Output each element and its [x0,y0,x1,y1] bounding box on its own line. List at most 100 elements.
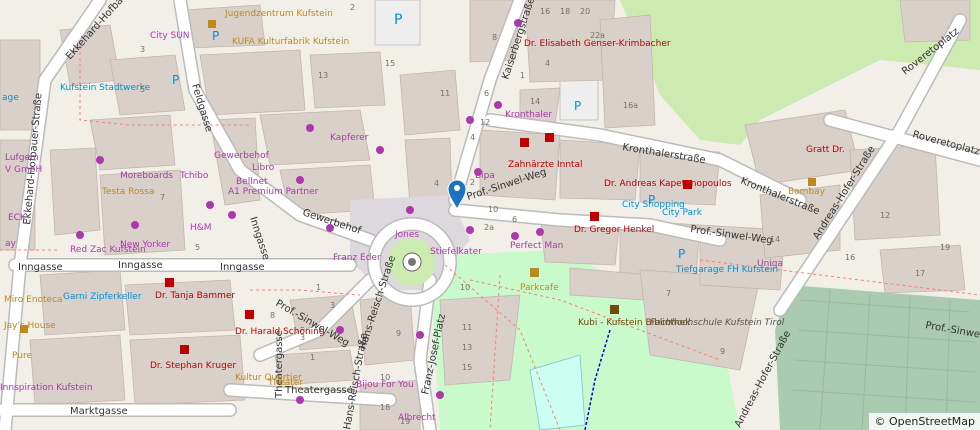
poi-label: Jay's House [3,321,56,331]
poi-label: ECK [8,213,27,223]
poi-label: age [2,93,19,103]
poi-label: Bombay [788,187,826,197]
house-number-label: 11 [440,89,450,98]
restaurant-icon [808,178,816,186]
house-number-label: 16 [845,253,855,262]
house-number-label: 8 [492,33,497,42]
poi-label: Kronthaler [505,110,552,120]
poi-label: Pure [12,351,32,361]
poi-label: Innspiration Kufstein [0,383,93,393]
poi-label: Parkcafe [520,283,559,293]
street-label: Theatergasse [274,330,285,399]
house-number-label: 6 [512,215,517,224]
map-svg: Kaiserbergstraße Kronthalerstraße Kronth… [0,0,980,430]
poi-label: Dr. Harald Schöning [235,327,325,337]
poi-label: City Park [662,208,703,218]
house-number-label: 14 [530,97,540,106]
poi-label: Gewerbehof [214,151,270,161]
library-icon [610,305,619,314]
house-number-label: 2a [484,223,494,232]
house-number-label: 3 [330,301,335,310]
poi-label: Dr. Elisabeth Genser-Krimbacher [524,39,671,49]
house-number-label: P [574,99,581,113]
poi-label: Jugendzentrum Kufstein [224,9,333,19]
house-number-label: 3 [300,333,305,342]
house-number-label: 9 [396,329,401,338]
poi-label: Kapferer [330,133,369,143]
pharmacy-icon [180,345,189,354]
house-number-label: P [678,247,685,261]
house-number-label: P [394,12,402,28]
house-number-label: 1 [520,71,525,80]
pharmacy-icon [545,133,554,142]
house-number-label: 7 [160,193,165,202]
poi-label: Bipa [475,171,495,181]
house-number-label: 3 [140,45,145,54]
amenity-icon [208,20,216,28]
house-number-label: 1 [316,283,321,292]
poi-label: Theater [267,378,303,388]
poi-label: Miro Enoteca [4,295,63,305]
poi-label: Libro [252,163,275,173]
house-number-label: 18 [560,7,570,16]
cafe-icon [530,268,539,277]
house-number-label: 9 [720,347,725,356]
house-number-label: 8 [270,311,275,320]
poi-label: Lufgem [5,153,39,163]
poi-label: A1 Premium Partner [228,187,319,197]
house-number-label: 6 [484,89,489,98]
poi-label: Dr. Andreas Kapetanopoulos [604,179,732,189]
house-number-label: 10 [380,373,390,382]
house-number-label: 13 [462,343,472,352]
house-number-label: 15 [385,59,395,68]
house-number-label: 12 [480,118,490,127]
poi-label: Bellnet [236,177,268,187]
house-number-label: 17 [915,269,925,278]
house-number-label: 14 [770,235,780,244]
poi-label: Tiefgarage FH Kufstein [675,265,778,275]
poi-label: Kufstein Stadtwerke [60,83,151,93]
house-number-label: 7 [666,289,671,298]
poi-label: Jones [394,230,419,240]
poi-label: Red Zac Kufstein [70,245,146,255]
poi-label: City SUN [150,31,190,41]
poi-label: Tchibo [179,171,209,181]
house-number-label: 2 [350,3,355,12]
street-label: Inngasse [220,262,265,273]
poi-label: Fachhochschule Kufstein Tirol [650,318,785,328]
house-number-label: 4 [434,179,439,188]
street-label: Inngasse [118,260,163,271]
poi-label: Moreboards [120,171,173,181]
poi-label: Dr. Stephan Kruger [150,361,236,371]
poi-label: Perfect Man [510,241,563,251]
pharmacy-icon [590,212,599,221]
house-number-label: 20 [580,7,590,16]
pharmacy-icon [245,310,254,319]
house-number-label: 11 [462,323,472,332]
attribution-label[interactable]: © OpenStreetMap [869,413,980,430]
house-number-label: 16a [623,101,638,110]
house-number-label: 19 [400,417,410,426]
poi-label: KUFA Kulturfabrik Kufstein [232,37,349,47]
house-number-label: P [212,29,219,43]
house-number-label: 10 [488,205,498,214]
house-number-label: 13 [318,71,328,80]
house-number-label: 2 [470,178,475,187]
poi-label: Gratt Dr. [806,145,845,155]
house-number-label: 15 [462,363,472,372]
map-canvas[interactable]: Kaiserbergstraße Kronthalerstraße Kronth… [0,0,980,430]
poi-label: H&M [190,223,212,233]
pharmacy-icon [165,278,174,287]
house-number-label: 1 [310,353,315,362]
poi-label: Dr. Gregor Henkel [574,225,654,235]
house-number-label: 5 [195,243,200,252]
poi-label: Testa Rossa [101,187,154,197]
house-number-label: 4 [545,59,550,68]
poi-label: ay [5,239,17,249]
pharmacy-icon [520,138,529,147]
poi-label: Franz Eder [333,253,381,263]
poi-label: Stiefelkater [430,247,482,257]
cemetery [775,285,980,430]
poi-label: Dr. Tanja Bammer [155,291,235,301]
poi-label: Garni Zipferkeller [63,292,142,302]
